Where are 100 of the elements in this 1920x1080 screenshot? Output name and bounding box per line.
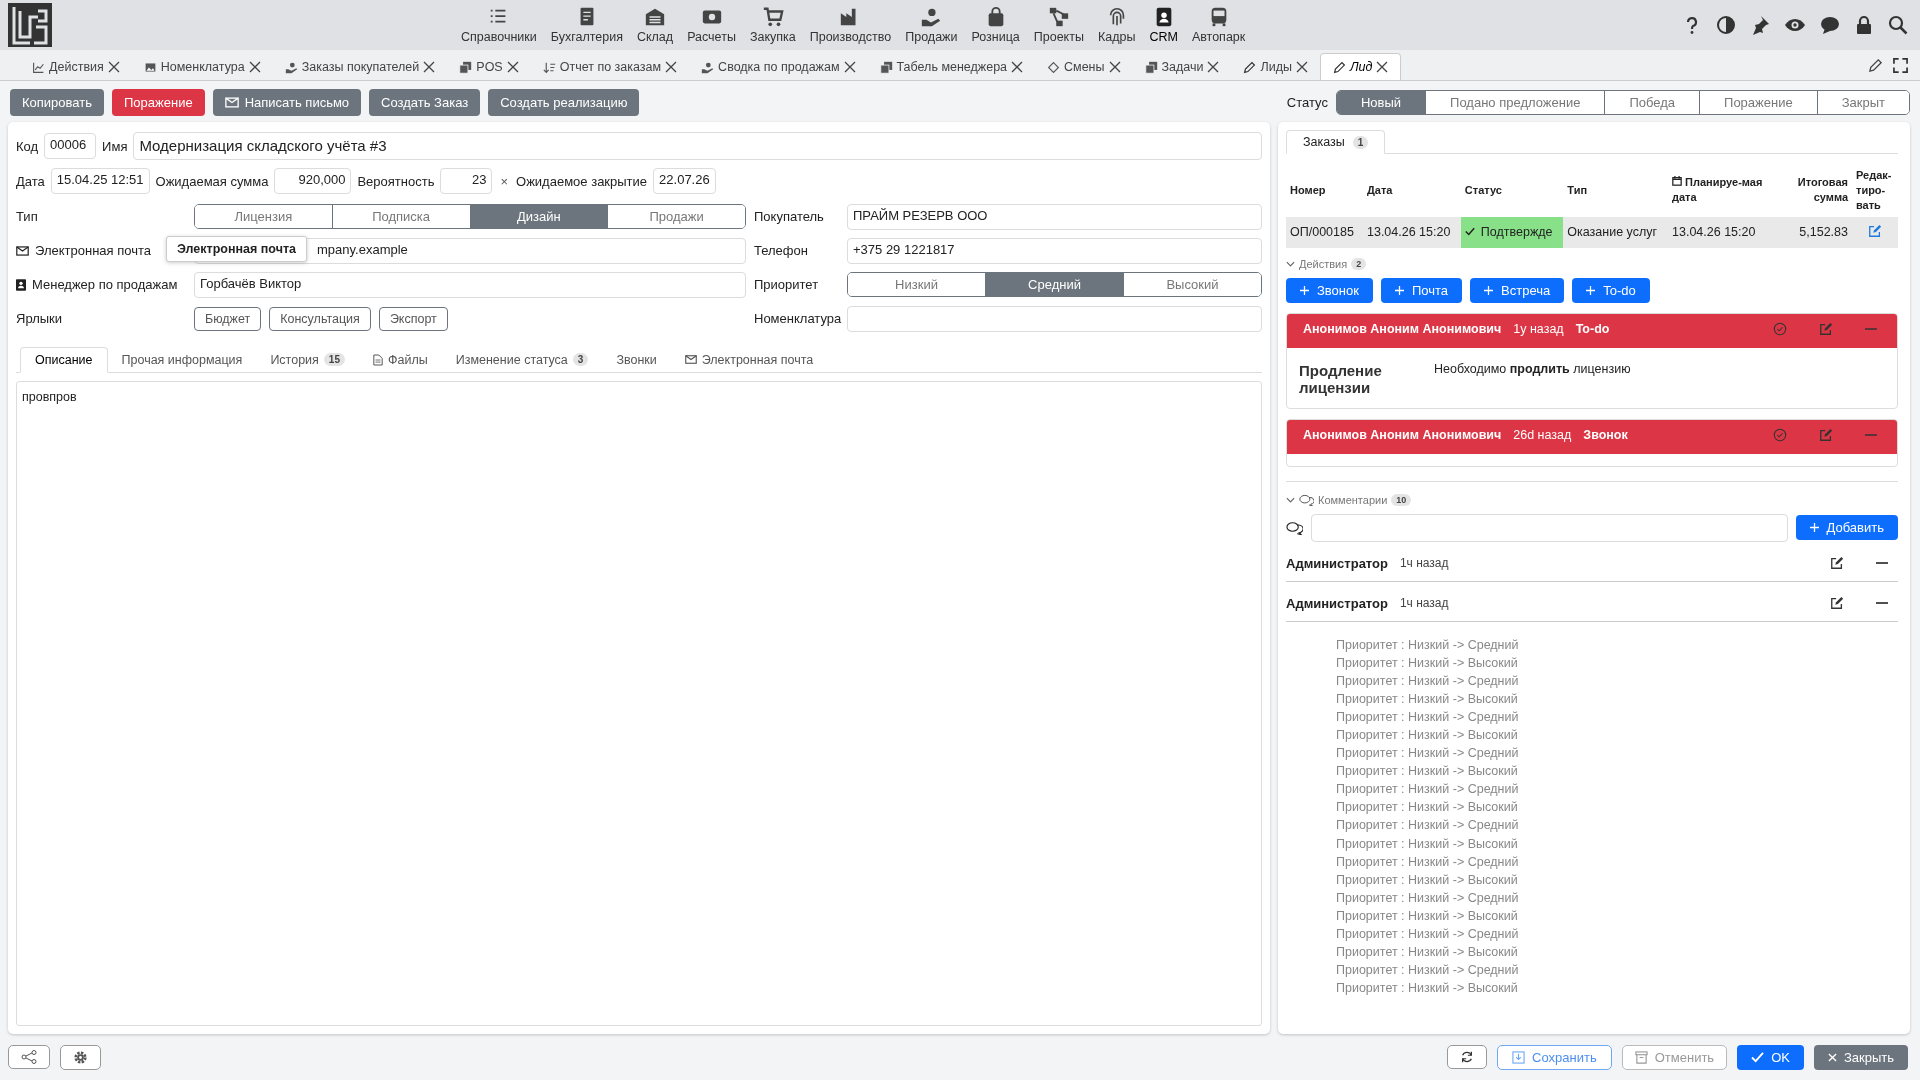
add-action-button[interactable]: To-do xyxy=(1572,277,1650,303)
tag-button[interactable]: Бюджет xyxy=(194,306,262,331)
detail-tab[interactable]: Описание xyxy=(20,347,108,373)
detail-tab[interactable]: Изменение статуса 3 xyxy=(441,347,603,372)
column-header[interactable]: Тип xyxy=(1563,164,1668,217)
type-option[interactable]: Дизайн xyxy=(469,205,608,228)
menu-item[interactable]: Склад xyxy=(630,6,680,44)
toolbar-button[interactable]: Поражение xyxy=(112,89,205,116)
document-tab[interactable]: Номенклатура xyxy=(131,54,273,80)
tag-button[interactable]: Экспорт xyxy=(378,306,448,331)
menu-item[interactable]: Кадры xyxy=(1091,6,1142,44)
edit-icon[interactable] xyxy=(1830,596,1844,611)
detail-tab[interactable]: Электронная почта xyxy=(670,347,828,372)
status-option[interactable]: Поражение xyxy=(1699,91,1817,114)
code-field[interactable]: 00006 xyxy=(44,133,97,159)
search-icon[interactable] xyxy=(1888,15,1908,35)
close-icon[interactable] xyxy=(843,61,856,73)
document-tab[interactable]: Лид xyxy=(1319,53,1402,80)
status-option[interactable]: Закрыт xyxy=(1816,91,1909,114)
close-icon[interactable] xyxy=(506,61,519,73)
status-option[interactable]: Победа xyxy=(1604,91,1700,114)
manager-field[interactable]: Горбачёв Виктор xyxy=(194,271,746,298)
refresh-button[interactable] xyxy=(1447,1045,1488,1069)
add-action-button[interactable]: Звонок xyxy=(1286,277,1373,303)
phone-field[interactable]: +375 29 1221817 xyxy=(847,237,1262,264)
comment-input[interactable] xyxy=(1311,513,1788,542)
toolbar-button[interactable]: Создать реализацию xyxy=(488,89,640,116)
toolbar-button[interactable]: Копировать xyxy=(10,89,104,116)
priority-option[interactable]: Средний xyxy=(985,273,1123,296)
document-tab[interactable]: Задачи xyxy=(1132,54,1232,80)
close-icon[interactable] xyxy=(1295,61,1308,73)
share-button[interactable] xyxy=(8,1045,50,1069)
document-tab[interactable]: Действия xyxy=(20,54,132,80)
menu-item[interactable]: Закупка xyxy=(743,6,802,44)
fullscreen-icon[interactable] xyxy=(1893,57,1908,73)
description-textarea[interactable]: провпров xyxy=(16,381,1262,1026)
close-icon[interactable] xyxy=(248,61,261,73)
document-tab[interactable]: POS xyxy=(447,54,531,80)
document-tab[interactable]: Отчет по заказам xyxy=(530,54,690,80)
toolbar-button[interactable]: Создать Заказ xyxy=(369,89,481,116)
status-option[interactable]: Подано предложение xyxy=(1425,91,1605,114)
pin-icon[interactable] xyxy=(1750,15,1770,35)
close-icon[interactable] xyxy=(665,61,678,73)
close-icon[interactable] xyxy=(107,61,120,73)
menu-item[interactable]: Автопарк xyxy=(1185,6,1252,44)
check-circle-icon[interactable] xyxy=(1773,321,1787,336)
status-option[interactable]: Новый xyxy=(1336,91,1426,114)
menu-item[interactable]: Проекты xyxy=(1027,6,1090,44)
chevron-icon[interactable] xyxy=(1286,260,1295,267)
detail-tab[interactable]: Звонки xyxy=(602,347,671,372)
contrast-icon[interactable] xyxy=(1716,15,1736,35)
detail-tab[interactable]: Прочая информация xyxy=(107,347,257,372)
check-circle-icon[interactable] xyxy=(1773,427,1787,442)
column-header[interactable]: Номер xyxy=(1286,164,1363,217)
add-action-button[interactable]: Почта xyxy=(1380,277,1463,303)
date-field[interactable]: 15.04.25 12:51 xyxy=(50,168,150,194)
ok-button[interactable]: OK xyxy=(1737,1044,1804,1070)
menu-item[interactable]: Расчеты xyxy=(681,6,742,44)
name-field[interactable]: Модернизация складского учёта #3 xyxy=(133,132,1262,160)
nomenclature-field[interactable] xyxy=(847,305,1262,332)
close-date-field[interactable]: 22.07.26 xyxy=(653,168,716,194)
priority-option[interactable]: Высокий xyxy=(1123,273,1261,296)
buyer-field[interactable]: ПРАЙМ РЕЗЕРВ ООО xyxy=(847,203,1262,230)
column-header[interactable]: Итоговая сумма xyxy=(1774,164,1852,217)
toolbar-button[interactable]: Написать письмо xyxy=(212,89,362,116)
close-icon[interactable] xyxy=(1207,61,1220,73)
minus-icon[interactable] xyxy=(1876,561,1888,566)
menu-item[interactable]: Бухгалтерия xyxy=(544,6,629,44)
pencil-icon[interactable] xyxy=(1868,57,1883,73)
minus-icon[interactable] xyxy=(1876,601,1888,606)
detail-tab[interactable]: Файлы xyxy=(359,347,442,372)
chevron-icon[interactable] xyxy=(1286,496,1295,503)
column-header[interactable]: Планируе-мая дата xyxy=(1668,164,1774,217)
column-header[interactable]: Дата xyxy=(1363,164,1461,217)
lock-icon[interactable] xyxy=(1854,15,1874,35)
document-tab[interactable]: Сводка по продажам xyxy=(689,54,868,80)
menu-item[interactable]: Производство xyxy=(803,6,898,44)
amount-field[interactable]: 920,000 xyxy=(274,168,352,194)
menu-item[interactable]: Продажи xyxy=(899,6,964,44)
add-comment-button[interactable]: Добавить xyxy=(1795,515,1898,541)
orders-tab[interactable]: Заказы 1 xyxy=(1286,130,1386,154)
detail-tab[interactable]: История 15 xyxy=(256,347,359,372)
type-option[interactable]: Продажи xyxy=(607,205,745,228)
close-button[interactable]: Закрыть xyxy=(1813,1044,1908,1070)
document-tab[interactable]: Лиды xyxy=(1231,54,1320,80)
document-tab[interactable]: Табель менеджера xyxy=(867,54,1036,80)
chat-icon[interactable] xyxy=(1820,15,1840,35)
close-icon[interactable] xyxy=(1108,61,1121,73)
probability-field[interactable]: 23 xyxy=(440,168,493,194)
close-icon[interactable] xyxy=(423,61,436,73)
clear-button[interactable]: × xyxy=(500,173,509,189)
document-tab[interactable]: Смены xyxy=(1035,54,1133,80)
edit-icon[interactable] xyxy=(1830,556,1844,571)
close-icon[interactable] xyxy=(1376,61,1389,73)
add-action-button[interactable]: Встреча xyxy=(1470,277,1565,303)
settings-button[interactable] xyxy=(60,1044,101,1070)
menu-item[interactable]: Справочники xyxy=(455,6,543,44)
tag-button[interactable]: Консультация xyxy=(269,306,371,331)
close-icon[interactable] xyxy=(1011,61,1024,73)
menu-item[interactable]: Розница xyxy=(965,6,1026,44)
